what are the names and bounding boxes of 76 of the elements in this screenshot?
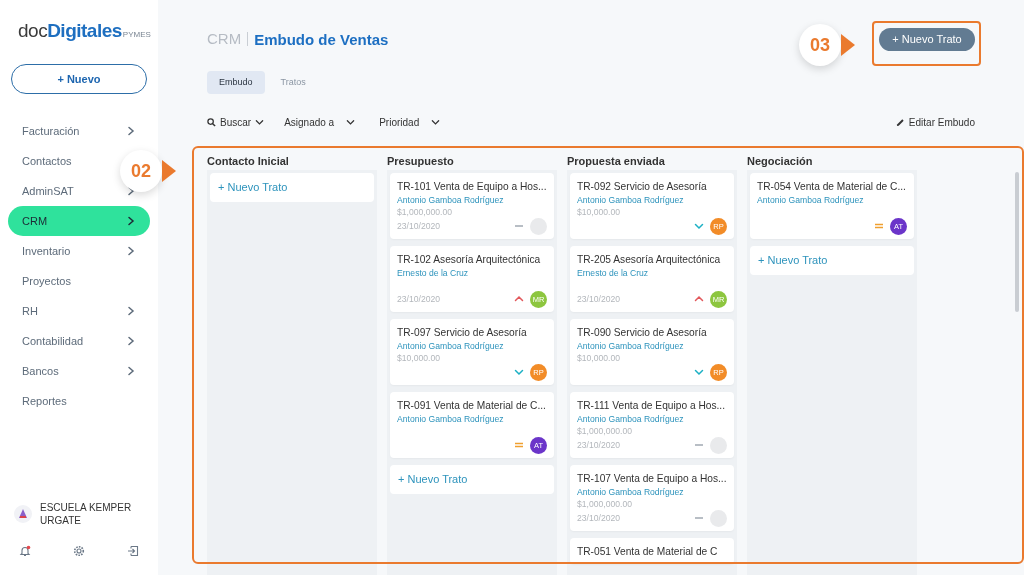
chevron-down-icon — [431, 117, 441, 127]
deal-date: 23/10/2020 — [397, 294, 441, 304]
scrollbar[interactable] — [1015, 172, 1019, 312]
dropdown-filter[interactable]: Prioridad — [379, 116, 441, 128]
logo-text: docDigitales — [18, 20, 122, 42]
column-title: Negociación — [747, 154, 813, 169]
column-title: Presupuesto — [387, 154, 454, 169]
arrow-icon — [162, 160, 176, 182]
deal-title: TR-092 Servicio de Asesoría — [577, 180, 707, 194]
client-link[interactable]: Antonio Gamboa Rodríguez — [577, 486, 684, 498]
client-link[interactable]: Ernesto de la Cruz — [577, 267, 649, 279]
deal-title: TR-054 Venta de Material de C... — [757, 180, 906, 194]
page-title: Embudo de Ventas — [253, 30, 389, 48]
deal-date: 23/10/2020 — [577, 513, 621, 523]
nav-item[interactable]: Inventario — [8, 236, 150, 266]
client-link[interactable]: Antonio Gamboa Rodríguez — [397, 413, 504, 425]
deal-amount: $10,000.00 — [577, 206, 621, 218]
deal-card[interactable]: TR-107 Venta de Equipo a Hos... Antonio Gamboa Rodríguez $1,000,000.00 23/10/2020 — [570, 465, 734, 531]
deal-title: TR-090 Servicio de Asesoría — [577, 326, 707, 340]
deal-title: TR-097 Servicio de Asesoría — [397, 326, 527, 340]
deal-title: TR-051 Venta de Material de C — [577, 545, 718, 559]
nav-item[interactable]: RH — [8, 296, 150, 326]
pencil-icon — [895, 117, 905, 127]
deal-date: 23/10/2020 — [577, 440, 621, 450]
dropdown-filter[interactable]: Asignado a — [284, 116, 356, 128]
arrow-icon — [841, 34, 855, 56]
organization-avatar — [14, 505, 32, 523]
client-link[interactable]: Antonio Gamboa Rodríguez — [577, 194, 684, 206]
nav-item[interactable]: Bancos — [8, 356, 150, 386]
tab[interactable]: Embudo — [207, 71, 265, 94]
tab[interactable]: Tratos — [268, 71, 318, 94]
chevron-down-icon — [346, 117, 356, 127]
client-link[interactable]: Antonio Gamboa Rodríguez — [577, 413, 684, 425]
deal-title: TR-111 Venta de Equipo a Hos... — [577, 399, 725, 413]
deal-date: 23/10/2020 — [577, 294, 621, 304]
nav-item[interactable]: CRM — [8, 206, 150, 236]
deal-amount: $10,000.00 — [577, 352, 621, 364]
edit-button[interactable]: Editar Embudo — [895, 116, 975, 128]
new-deal-link[interactable]: + Nuevo Trato — [750, 246, 914, 275]
step-tooltip: 03 — [799, 24, 841, 66]
logout-icon[interactable] — [127, 545, 139, 557]
deal-card[interactable]: TR-101 Venta de Equipo a Hos... Antonio Gamboa Rodríguez $1,000,000.00 23/10/2020 — [390, 173, 554, 239]
deal-amount: $10,000.00 — [397, 352, 441, 364]
account-name: ESCUELA KEMPER URGATE — [40, 501, 133, 527]
deal-title: TR-091 Venta de Material de C... — [397, 399, 546, 413]
deal-date: 23/10/2020 — [397, 221, 441, 231]
new-button[interactable]: + Nuevo — [11, 64, 147, 94]
column-title: Contacto Inicial — [207, 154, 289, 169]
client-link[interactable]: Antonio Gamboa Rodríguez — [577, 340, 684, 352]
settings-icon[interactable] — [73, 545, 85, 557]
bell-icon[interactable] — [19, 545, 31, 557]
client-link[interactable]: Antonio Gamboa Rodríguez — [757, 194, 864, 206]
deal-title: TR-101 Venta de Equipo a Hos... — [397, 180, 547, 194]
nav-item[interactable]: Reportes — [8, 386, 150, 416]
client-link[interactable]: Antonio Gamboa Rodríguez — [397, 340, 504, 352]
search-icon — [207, 117, 216, 127]
deal-card[interactable]: TR-111 Venta de Equipo a Hos... Antonio Gamboa Rodríguez $1,000,000.00 23/10/2020 — [570, 392, 734, 458]
deal-title: TR-205 Asesoría Arquitectónica — [577, 253, 721, 267]
deal-title: TR-107 Venta de Equipo a Hos... — [577, 472, 727, 486]
nav-item[interactable]: Proyectos — [8, 266, 150, 296]
chevron-down-icon — [255, 117, 265, 127]
client-link[interactable]: Antonio Gamboa Rodríguez — [397, 194, 504, 206]
deal-card[interactable]: TR-051 Venta de Material de C — [570, 538, 734, 564]
logo-suffix: PYMES — [122, 30, 151, 39]
nav-item[interactable]: Facturación — [8, 116, 150, 146]
deal-title: TR-102 Asesoría Arquitectónica — [397, 253, 541, 267]
new-deal-link[interactable]: + Nuevo Trato — [390, 465, 554, 494]
client-link[interactable]: Ernesto de la Cruz — [397, 267, 469, 279]
deal-amount: $1,000,000.00 — [397, 206, 453, 218]
deal-amount: $1,000,000.00 — [577, 425, 633, 437]
search-filter[interactable]: Buscar — [207, 116, 265, 128]
nav-item[interactable]: Contabilidad — [8, 326, 150, 356]
deal-amount: $1,000,000.00 — [577, 498, 633, 510]
new-deal-link[interactable]: + Nuevo Trato — [210, 173, 374, 202]
column-title: Propuesta enviada — [567, 154, 665, 169]
new-deal-button[interactable]: + Nuevo Trato — [879, 27, 975, 51]
